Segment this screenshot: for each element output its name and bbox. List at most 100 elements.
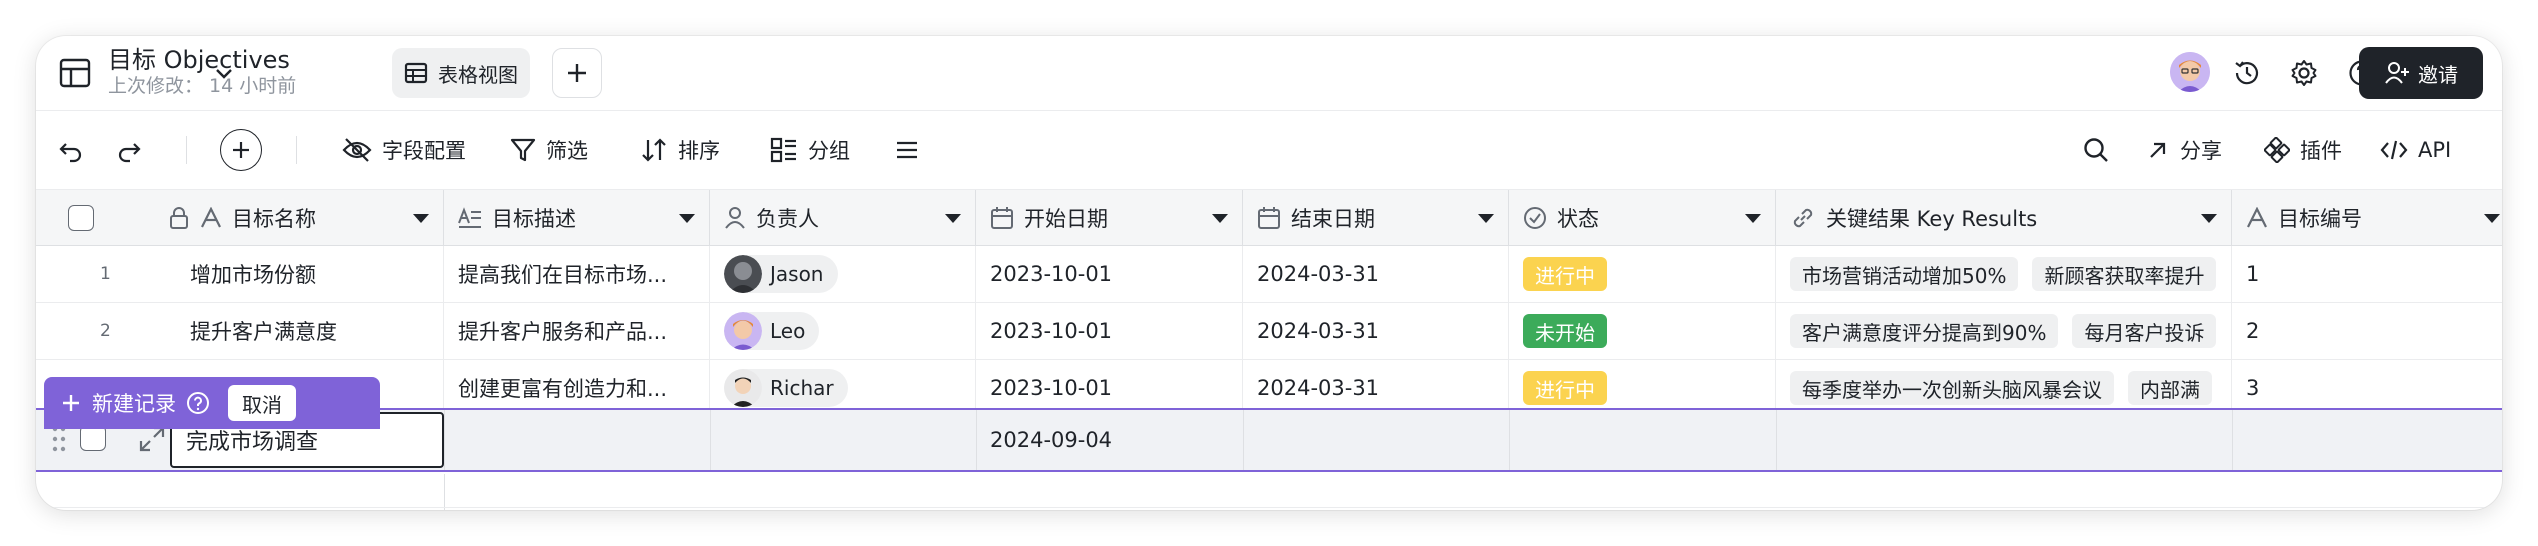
group-label: 分组 (808, 139, 850, 163)
owner-name: Jason (770, 262, 824, 286)
cell-objective-id[interactable]: 1 (2232, 246, 2502, 302)
cell-key-results[interactable]: 市场营销活动增加50% 新顾客获取率提升 (1776, 246, 2232, 302)
share-button[interactable]: 分享 (2146, 111, 2222, 189)
cell-objective-id[interactable]: 2 (2232, 303, 2502, 359)
expand-icon[interactable] (138, 425, 166, 453)
top-bar: 目标 Objectives 上次修改： 14 小时前 表格视图 邀请 (36, 36, 2502, 111)
divider (1509, 410, 1510, 470)
code-icon (2380, 138, 2408, 162)
gear-icon[interactable] (2289, 58, 2319, 88)
sort-button[interactable]: 排序 (640, 111, 720, 189)
column-header-description[interactable]: 目标描述 (444, 190, 710, 246)
drag-handle-icon[interactable] (52, 425, 66, 453)
plus-icon (60, 392, 82, 414)
cell-name[interactable]: 提升客户满意度 (154, 303, 444, 359)
divider (1776, 410, 1777, 470)
column-label: 目标描述 (492, 207, 576, 231)
table-row[interactable]: 1 增加市场份额 提高我们在目标市场... Jason 2023-10-01 2… (36, 246, 2502, 303)
chevron-down-icon[interactable] (212, 62, 236, 86)
check-circle-icon (1523, 206, 1547, 230)
undo-icon[interactable] (58, 137, 84, 163)
avatar (724, 255, 762, 293)
data-grid: 目标名称 目标描述 负责人 开始日期 结束日期 状态 关键结果 Key Resu… (36, 189, 2502, 510)
invite-label: 邀请 (2418, 62, 2458, 87)
caret-down-icon[interactable] (679, 214, 695, 223)
column-header-end-date[interactable]: 结束日期 (1243, 190, 1509, 246)
search-icon[interactable] (2082, 136, 2110, 164)
new-record-start-date[interactable]: 2024-09-04 (990, 410, 1112, 470)
add-view-button[interactable] (552, 48, 602, 98)
field-config-button[interactable]: 字段配置 (342, 111, 466, 189)
share-arrow-icon (2146, 138, 2170, 162)
avatar (724, 312, 762, 350)
divider (186, 136, 187, 164)
add-record-button[interactable] (220, 129, 262, 171)
table-icon[interactable] (58, 56, 92, 90)
cancel-button[interactable]: 取消 (228, 385, 296, 421)
caret-down-icon[interactable] (2484, 214, 2500, 223)
column-label: 开始日期 (1024, 207, 1108, 231)
key-result-chip: 市场营销活动增加50% (1790, 257, 2019, 291)
owner-chip: Richar (724, 369, 848, 407)
status-badge: 进行中 (1523, 371, 1607, 405)
table-row[interactable]: 2 提升客户满意度 提升客户服务和产品... Leo 2023-10-01 20… (36, 303, 2502, 360)
column-header-name[interactable]: 目标名称 (154, 190, 444, 246)
menu-icon[interactable] (894, 138, 920, 162)
cell-owner[interactable]: Leo (710, 303, 976, 359)
key-result-chip: 内部满 (2128, 371, 2212, 405)
eye-off-icon (342, 137, 372, 163)
share-label: 分享 (2180, 139, 2222, 163)
divider (710, 410, 711, 470)
new-record-bar: 新建记录 取消 (44, 377, 380, 429)
caret-down-icon[interactable] (945, 214, 961, 223)
column-header-status[interactable]: 状态 (1509, 190, 1776, 246)
column-label: 结束日期 (1291, 207, 1375, 231)
invite-button[interactable]: 邀请 (2359, 47, 2483, 99)
cell-end-date[interactable]: 2024-03-31 (1243, 303, 1509, 359)
divider (2232, 410, 2233, 470)
status-badge: 进行中 (1523, 257, 1607, 291)
sort-icon (640, 137, 668, 163)
column-label: 目标编号 (2278, 207, 2362, 231)
cell-name[interactable]: 增加市场份额 (154, 246, 444, 302)
field-config-label: 字段配置 (382, 139, 466, 163)
cell-start-date[interactable]: 2023-10-01 (976, 303, 1243, 359)
history-icon[interactable] (2232, 58, 2262, 88)
owner-name: Richar (770, 376, 834, 400)
redo-icon[interactable] (116, 137, 142, 163)
column-header-owner[interactable]: 负责人 (710, 190, 976, 246)
group-button[interactable]: 分组 (770, 111, 850, 189)
new-record-row[interactable]: 完成市场调查 2024-09-04 (36, 408, 2502, 472)
avatar[interactable] (2170, 52, 2210, 92)
caret-down-icon[interactable] (413, 214, 429, 223)
cell-status[interactable]: 进行中 (1509, 246, 1776, 302)
last-modified-text: 上次修改： 14 小时前 (108, 75, 297, 97)
caret-down-icon[interactable] (1212, 214, 1228, 223)
lock-icon (168, 206, 190, 230)
column-header-objective-id[interactable]: 目标编号 (2232, 190, 2502, 246)
column-header-key-results[interactable]: 关键结果 Key Results (1776, 190, 2232, 246)
divider (1243, 410, 1244, 470)
text-field-icon (2246, 207, 2268, 229)
cell-description[interactable]: 提高我们在目标市场... (444, 246, 710, 302)
plugins-button[interactable]: 插件 (2264, 111, 2342, 189)
caret-down-icon[interactable] (1745, 214, 1761, 223)
grid-icon (404, 61, 428, 85)
owner-chip: Leo (724, 312, 820, 350)
caret-down-icon[interactable] (2201, 214, 2217, 223)
divider (444, 474, 445, 510)
help-icon[interactable] (186, 391, 210, 415)
cell-description[interactable]: 提升客户服务和产品... (444, 303, 710, 359)
column-header-start-date[interactable]: 开始日期 (976, 190, 1243, 246)
tab-table-view[interactable]: 表格视图 (392, 48, 530, 98)
api-button[interactable]: API (2380, 111, 2451, 189)
select-all-checkbox[interactable] (68, 205, 94, 231)
cell-end-date[interactable]: 2024-03-31 (1243, 246, 1509, 302)
cell-owner[interactable]: Jason (710, 246, 976, 302)
filter-button[interactable]: 筛选 (510, 111, 588, 189)
cell-start-date[interactable]: 2023-10-01 (976, 246, 1243, 302)
cell-status[interactable]: 未开始 (1509, 303, 1776, 359)
cell-key-results[interactable]: 客户满意度评分提高到90% 每月客户投诉 (1776, 303, 2232, 359)
caret-down-icon[interactable] (1478, 214, 1494, 223)
divider (976, 410, 977, 470)
